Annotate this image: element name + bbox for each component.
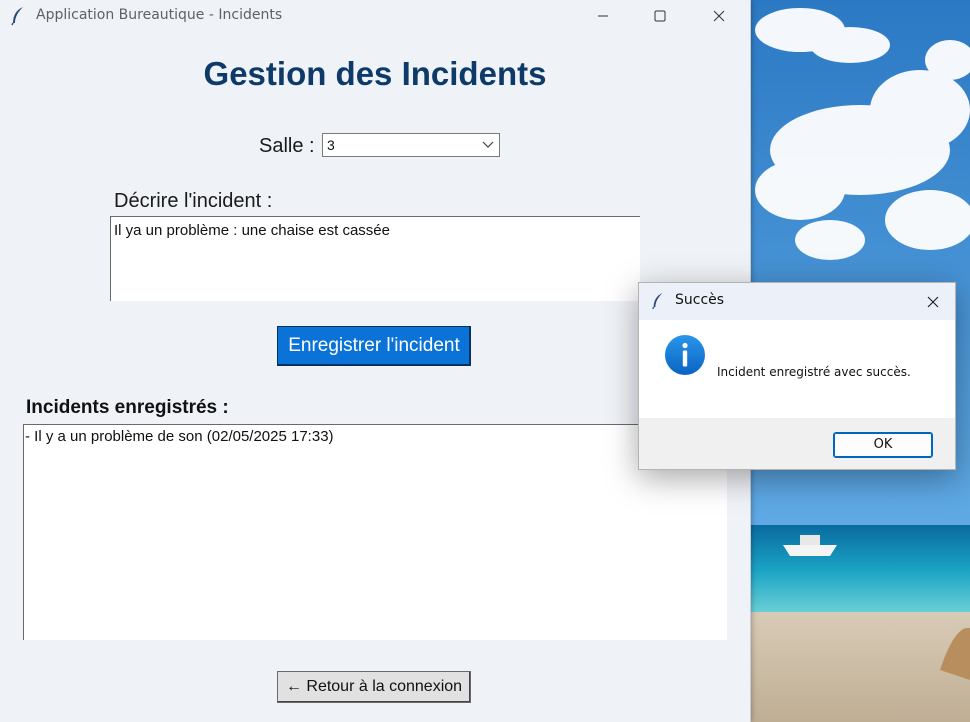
salle-selected-value: 3 (327, 137, 335, 153)
dialog-titlebar[interactable]: Succès (639, 283, 955, 320)
close-button[interactable] (696, 0, 742, 32)
incident-listbox[interactable]: - Il y a un problème de son (02/05/2025 … (23, 424, 727, 640)
description-textarea[interactable]: Il ya un problème : une chaise est cassé… (110, 216, 640, 301)
success-dialog: Succès Incident enregistré avec succès. … (638, 282, 956, 470)
chevron-down-icon (482, 141, 494, 148)
maximize-icon (654, 10, 666, 22)
feather-icon (10, 6, 26, 26)
salle-label: Salle : (259, 135, 315, 157)
page-title: Gestion des Incidents (203, 55, 547, 92)
feather-icon (651, 292, 665, 314)
list-item[interactable]: - Il y a un problème de son (02/05/2025 … (25, 428, 334, 445)
dialog-title: Succès (675, 292, 725, 308)
dialog-message: Incident enregistré avec succès. (717, 365, 911, 379)
description-text: Il ya un problème : une chaise est cassé… (114, 222, 390, 239)
save-incident-button[interactable]: Enregistrer l'incident (277, 326, 471, 366)
close-icon (927, 296, 939, 308)
dialog-close-button[interactable] (921, 291, 945, 313)
info-icon (665, 335, 705, 375)
window-title: Application Bureautique - Incidents (36, 7, 283, 23)
ok-button[interactable]: OK (833, 432, 933, 458)
close-icon (713, 10, 725, 22)
back-to-login-button[interactable]: ← Retour à la connexion (277, 671, 471, 703)
minimize-icon (598, 15, 608, 17)
description-label: Décrire l'incident : (114, 190, 273, 212)
window-titlebar[interactable]: Application Bureautique - Incidents (0, 0, 750, 32)
dialog-body: Incident enregistré avec succès. (639, 320, 955, 418)
salle-dropdown[interactable]: 3 (322, 133, 500, 157)
incident-list-label: Incidents enregistrés : (26, 397, 229, 418)
maximize-button[interactable] (637, 0, 683, 32)
minimize-button[interactable] (580, 0, 626, 32)
